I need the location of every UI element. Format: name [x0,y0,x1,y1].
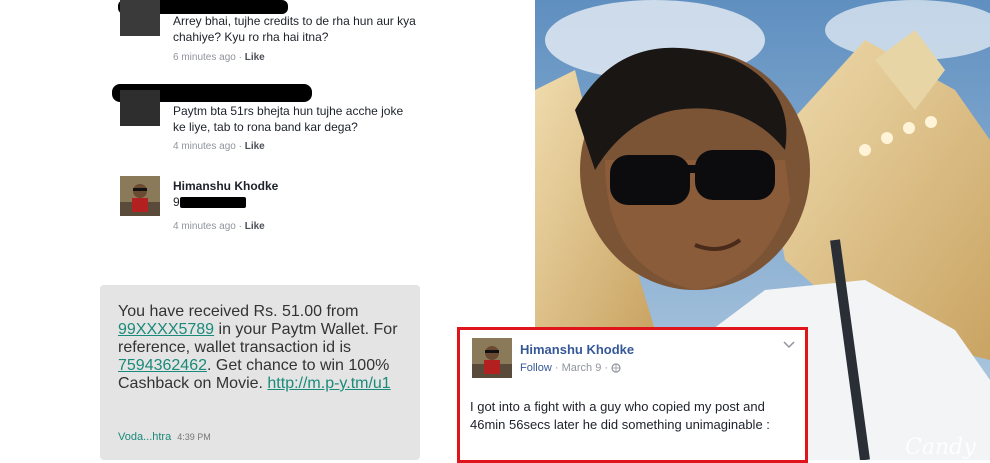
meta-separator: · [238,221,242,232]
redacted-number [179,197,246,209]
comments-panel: Arrey bhai, tujhe credits to de rha hun … [0,0,535,460]
redacted-avatar-1 [120,0,160,36]
candy-watermark: Candy [905,435,976,460]
meta-separator: · [238,141,242,152]
sms-txn-link[interactable]: 7594362462 [118,357,207,374]
commenter-avatar[interactable] [120,176,160,216]
facebook-post-card[interactable]: Himanshu Khodke Follow · March 9 · I got… [457,327,808,463]
post-date[interactable]: March 9 [562,362,602,374]
post-author-avatar[interactable] [472,338,512,378]
like-link[interactable]: Like [245,221,265,232]
follow-button[interactable]: Follow [520,362,552,374]
comment-1-text: Arrey bhai, tujhe credits to de rha hun … [173,14,416,44]
comment-3-body: Himanshu Khodke 9 [173,178,278,210]
globe-icon [611,362,621,374]
like-link[interactable]: Like [245,52,265,63]
comment-1-meta: 6 minutes ago · Like [173,52,265,63]
comment-1-time: 6 minutes ago [173,52,236,63]
chevron-down-icon[interactable] [783,338,795,352]
meta-separator: · [238,52,242,63]
comment-3-text: 9 [173,195,180,209]
sms-footer: Voda...htra 4:39 PM [118,431,211,443]
sms-sender: Voda...htra [118,431,172,443]
comment-2-time: 4 minutes ago [173,141,236,152]
sms-url-link[interactable]: http://m.p-y.tm/u1 [267,375,390,392]
sms-line-1: You have received Rs. 51.00 from [118,303,359,320]
commenter-name[interactable]: Himanshu Khodke [173,178,278,194]
post-meta: Follow · March 9 · [520,362,621,374]
comment-3-meta: 4 minutes ago · Like [173,221,265,232]
comment-2-meta: 4 minutes ago · Like [173,141,265,152]
meta-separator: · [604,362,609,374]
meta-separator: · [554,362,559,374]
comment-2-text: Paytm bta 51rs bhejta hun tujhe acche jo… [173,104,404,134]
post-author-name[interactable]: Himanshu Khodke [520,342,634,357]
sms-message-bubble[interactable]: You have received Rs. 51.00 from 99XXXX5… [100,285,420,460]
post-body: I got into a fight with a guy who copied… [470,399,770,432]
comment-3-time: 4 minutes ago [173,221,236,232]
sms-time: 4:39 PM [177,432,211,442]
redacted-avatar-2 [120,90,160,126]
like-link[interactable]: Like [245,141,265,152]
sms-phone-link[interactable]: 99XXXX5789 [118,321,214,338]
sms-text: You have received Rs. 51.00 from 99XXXX5… [118,303,414,393]
